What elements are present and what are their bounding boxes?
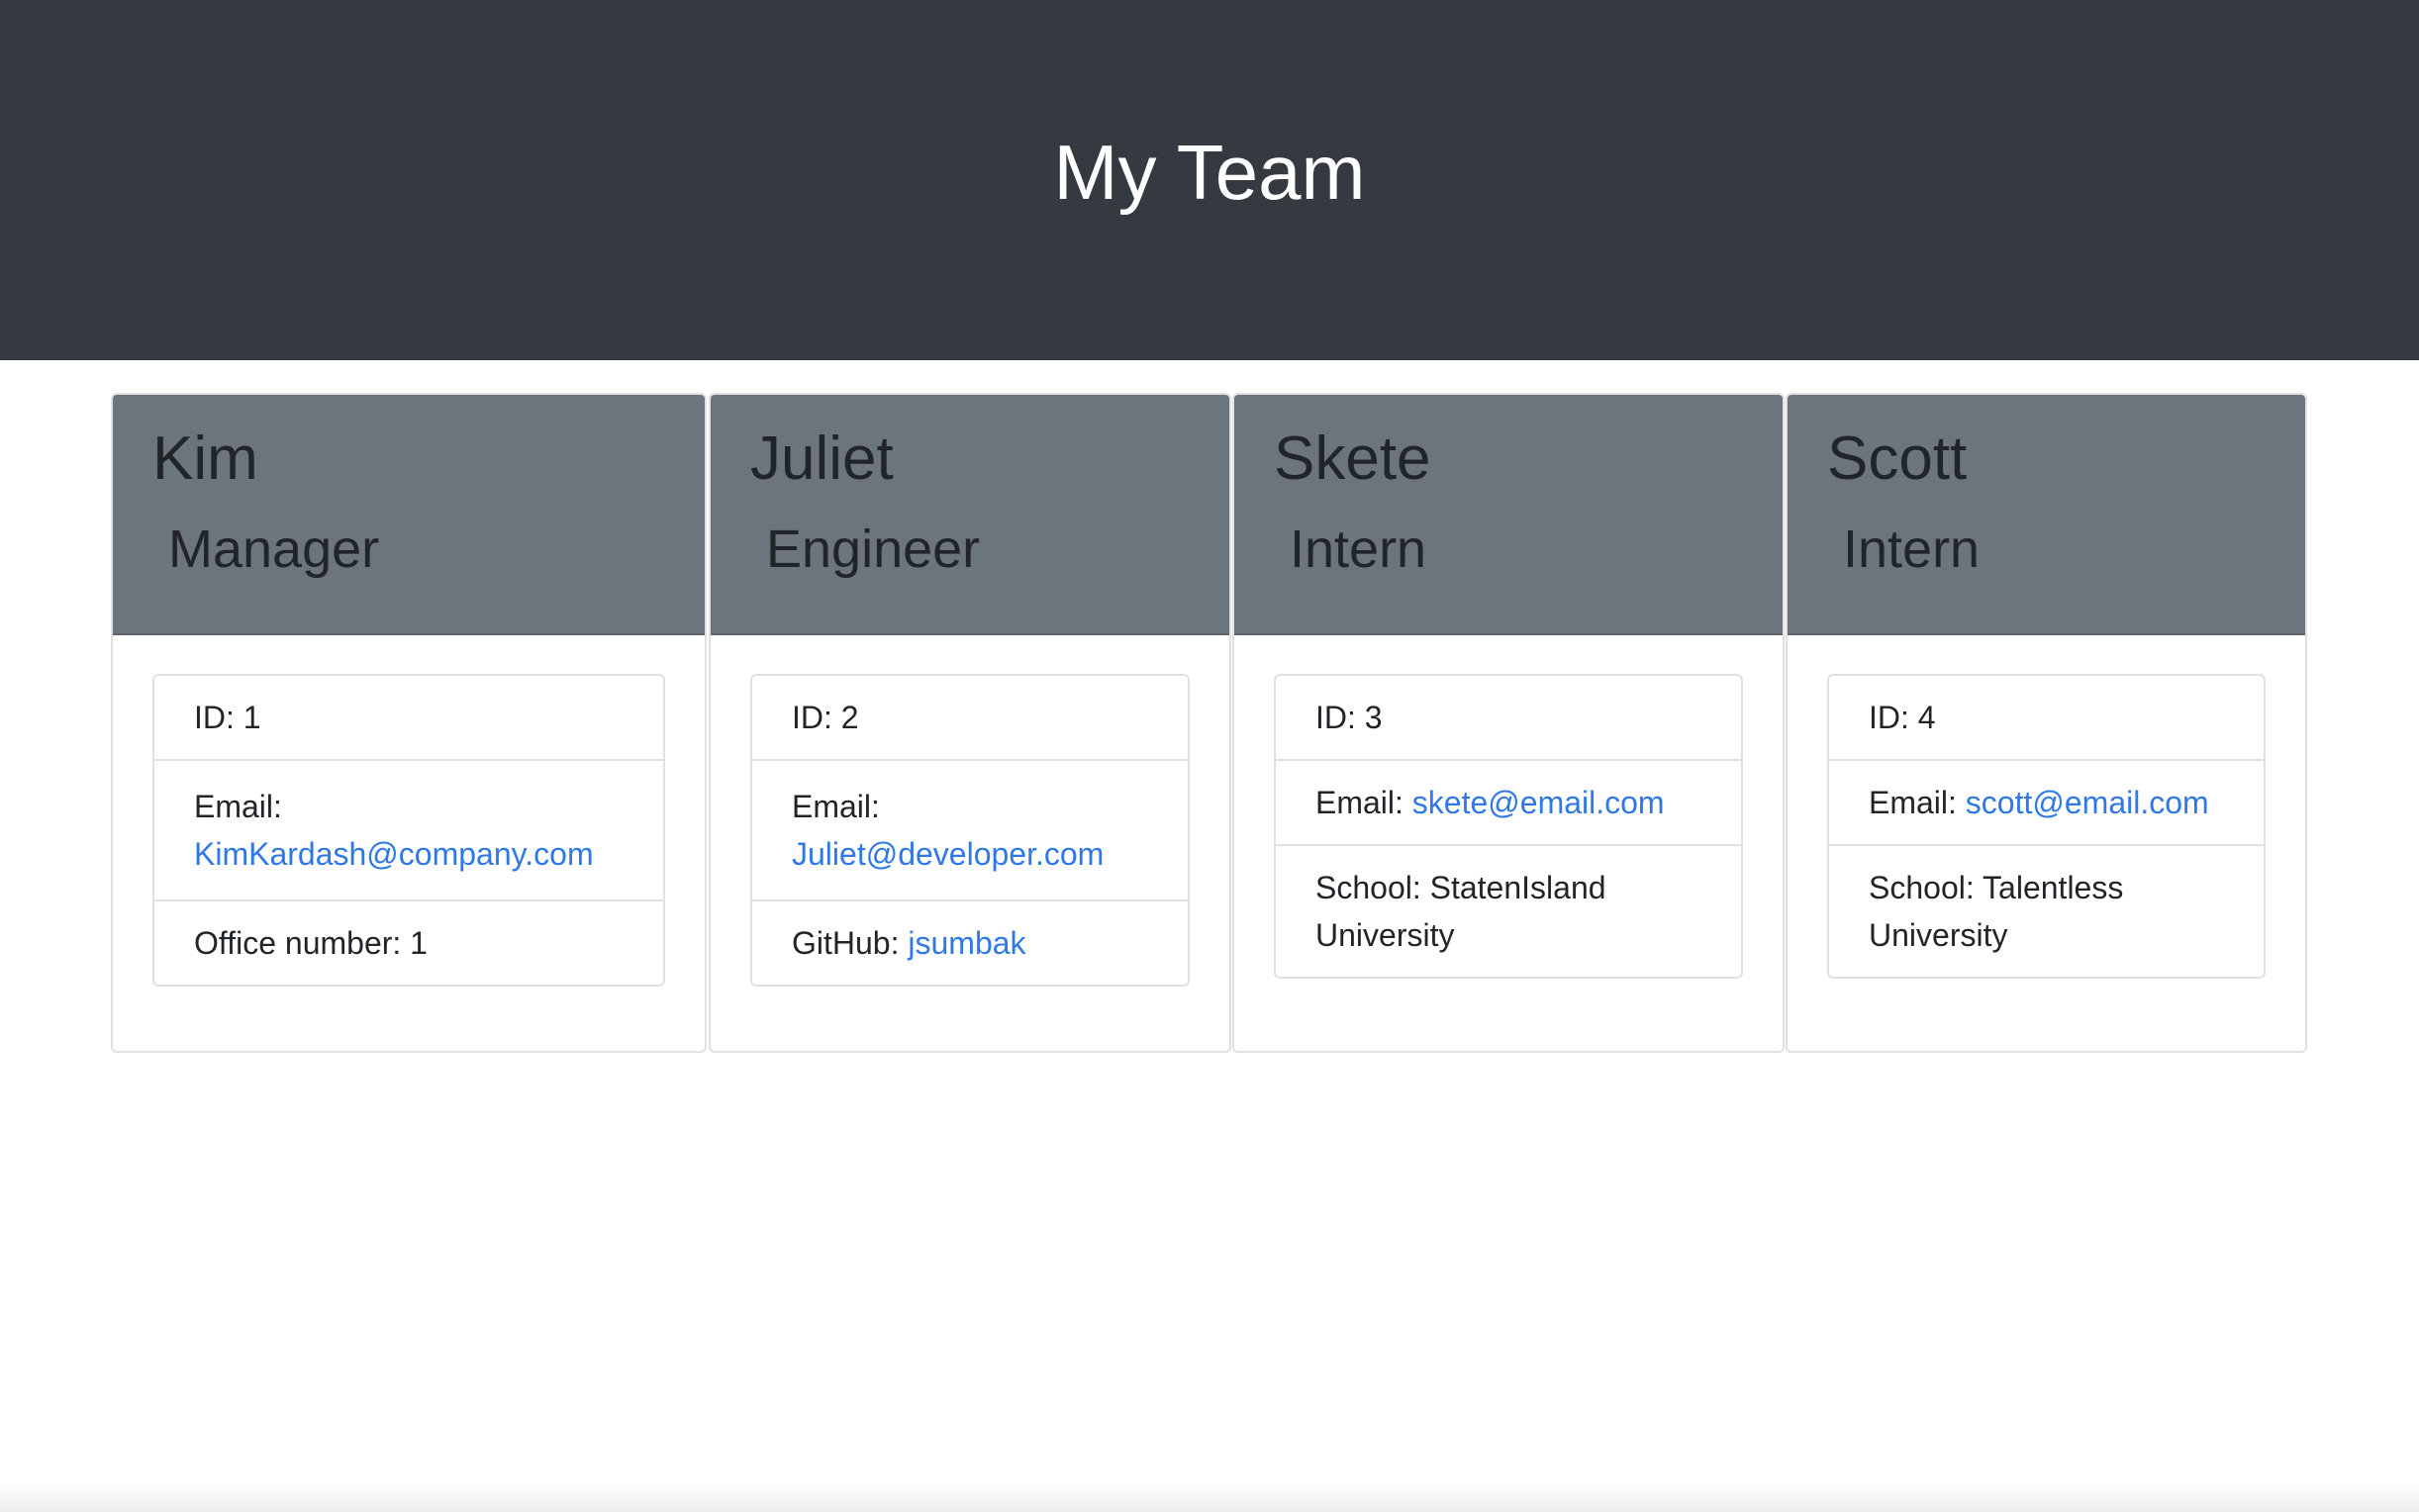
employee-details-list: ID: 2 Email: Juliet@developer.com GitHub… [750,674,1190,987]
employee-role: Intern [1290,520,1427,579]
employee-details-list: ID: 4 Email: scott@email.com School: Tal… [1827,674,2266,979]
employee-email: Email: skete@email.com [1276,761,1741,846]
employee-card-kim: Kim Manager ID: 1 Email: KimKardash@comp… [111,393,707,1053]
employee-email: Email: KimKardash@company.com [154,761,663,901]
employee-card-skete: Skete Intern ID: 3 Email: skete@email.co… [1232,393,1785,1053]
employee-role: Manager [168,520,380,579]
email-link[interactable]: Juliet@developer.com [792,836,1104,872]
employee-name: Scott [1827,425,1968,493]
employee-name: Skete [1274,425,1431,493]
employee-role: Intern [1843,520,1981,579]
employee-office-number: Office number: 1 [194,925,428,961]
employee-id: ID: 2 [752,676,1188,761]
email-link[interactable]: scott@email.com [1966,785,2209,820]
employee-card-scott: Scott Intern ID: 4 Email: scott@email.co… [1786,393,2307,1053]
card-header: Scott Intern [1788,395,2305,635]
employee-name: Juliet [750,425,894,493]
employee-card-juliet: Juliet Engineer ID: 2 Email: Juliet@deve… [709,393,1231,1053]
page-header: My Team [0,0,2419,360]
email-link[interactable]: KimKardash@company.com [194,836,594,872]
employee-name: Kim [152,425,258,493]
card-header: Juliet Engineer [711,395,1229,635]
card-header: Skete Intern [1234,395,1783,635]
github-link[interactable]: jsumbak [908,925,1025,961]
email-link[interactable]: skete@email.com [1412,785,1665,820]
employee-id: ID: 4 [1829,676,2264,761]
page-title: My Team [1053,128,1366,216]
employee-github: GitHub: jsumbak [792,925,1026,961]
employee-email: Email: scott@email.com [1829,761,2264,846]
employee-details-list: ID: 1 Email: KimKardash@company.com Offi… [152,674,665,987]
employee-email: Email: Juliet@developer.com [752,761,1188,901]
employee-school: School: Talentless University [1869,870,2124,953]
employee-id: ID: 3 [1276,676,1741,761]
employee-details-list: ID: 3 Email: skete@email.com School: Sta… [1274,674,1743,979]
window-bottom-edge [0,1482,2419,1512]
card-header: Kim Manager [113,395,705,635]
employee-id: ID: 1 [154,676,663,761]
employee-role: Engineer [766,520,981,579]
employee-school: School: StatenIsland University [1315,870,1606,953]
